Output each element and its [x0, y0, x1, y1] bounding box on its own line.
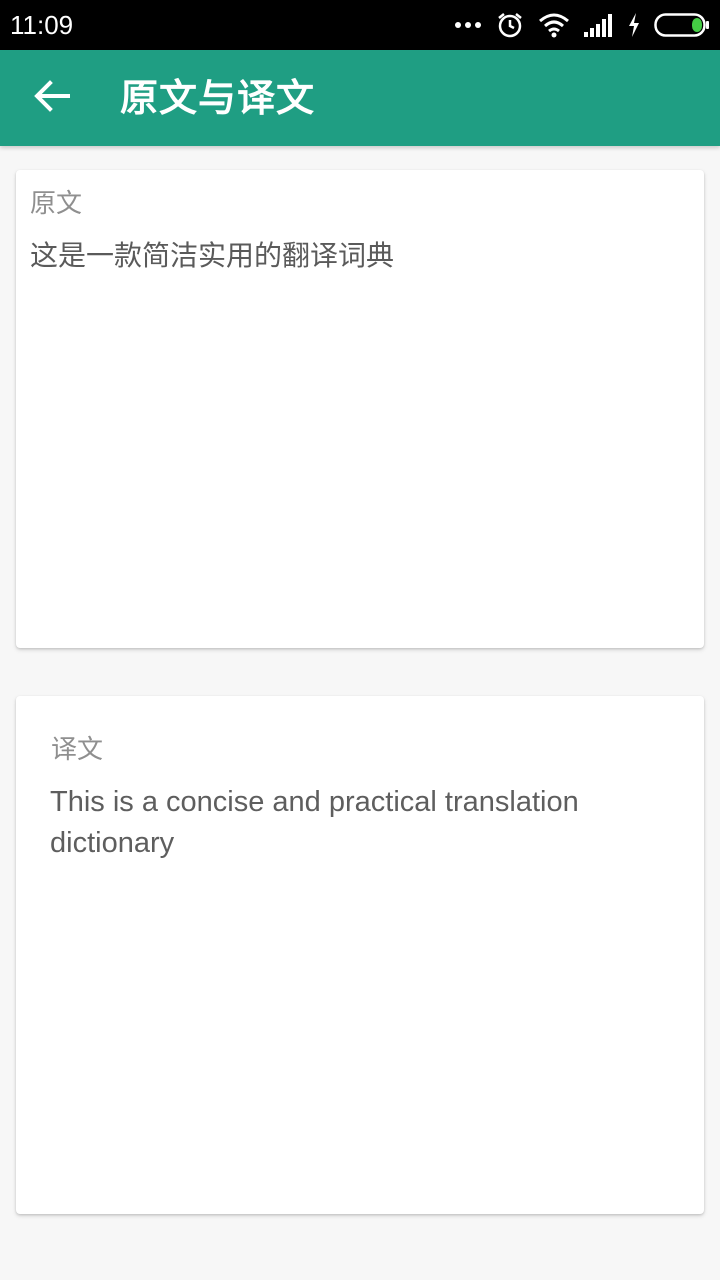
translation-card: 译文 This is a concise and practical trans… — [16, 696, 704, 1214]
alarm-icon — [496, 11, 524, 39]
source-text: 这是一款简洁实用的翻译词典 — [30, 239, 395, 272]
status-time: 11:09 — [10, 10, 74, 40]
arrow-left-icon — [34, 80, 70, 116]
more-dots-icon — [454, 20, 482, 30]
translation-text: This is a concise and practical translat… — [50, 786, 579, 859]
status-bar: 11:09 — [0, 0, 720, 50]
back-button[interactable] — [22, 68, 82, 128]
source-text-card: 原文 这是一款简洁实用的翻译词典 — [16, 170, 704, 648]
battery-icon — [654, 13, 710, 37]
charging-icon — [628, 13, 640, 37]
page-title: 原文与译文 — [120, 76, 316, 120]
status-icons — [454, 8, 710, 42]
app-bar: 原文与译文 — [0, 50, 720, 146]
source-label: 原文 — [30, 189, 83, 219]
signal-icon — [584, 13, 614, 37]
wifi-icon — [538, 12, 570, 38]
translation-label: 译文 — [51, 735, 104, 765]
